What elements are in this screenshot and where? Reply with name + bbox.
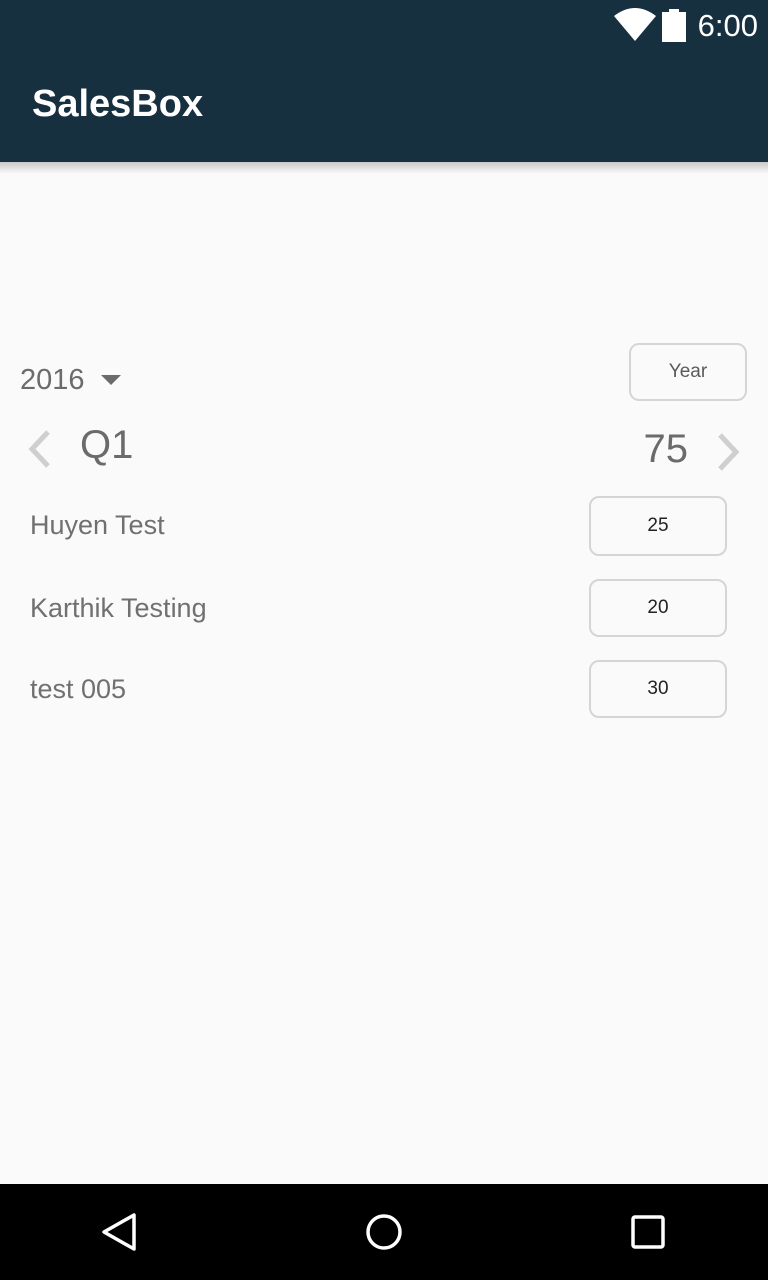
wifi-icon [614,8,656,41]
list-item: Karthik Testing [0,579,768,643]
list-item: Huyen Test [0,496,768,560]
list-item: test 005 [0,660,768,724]
year-dropdown[interactable]: 2016 [20,360,121,400]
year-dropdown-value: 2016 [20,363,85,396]
target-input[interactable] [589,660,727,718]
quarter-label: Q1 [80,423,134,467]
year-period-button[interactable]: Year [629,343,747,401]
app-bar-shadow [0,162,768,174]
recent-apps-icon[interactable] [628,1212,668,1252]
quarter-total: 75 [643,427,689,471]
person-name: Huyen Test [30,510,165,540]
home-icon[interactable] [364,1212,404,1252]
back-icon[interactable] [100,1212,140,1252]
app-bar: SalesBox [0,50,768,162]
next-quarter-chevron-icon[interactable] [714,431,742,473]
person-name: Karthik Testing [30,593,207,623]
battery-icon [662,9,686,42]
target-input[interactable] [589,579,727,637]
status-bar: 6:00 [0,0,768,50]
dropdown-caret-icon [100,375,121,385]
person-name: test 005 [30,674,127,704]
target-input[interactable] [589,496,727,556]
previous-quarter-chevron-icon[interactable] [26,428,54,470]
app-title: SalesBox [32,83,204,125]
status-time: 6:00 [697,8,758,43]
